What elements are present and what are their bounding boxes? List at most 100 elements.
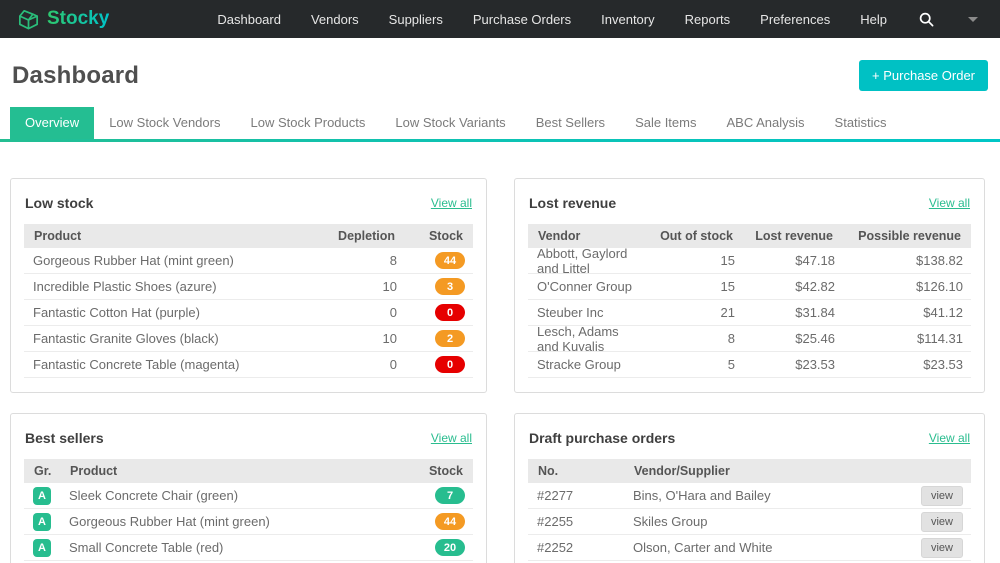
depletion-value: 0 — [302, 357, 397, 372]
card-title-lost-revenue: Lost revenue — [529, 195, 616, 211]
vendor-supplier-name: Skiles Group — [633, 514, 913, 529]
table-row: A Sleek Concrete Chair (green) 7 — [24, 483, 473, 509]
tab-best-sellers[interactable]: Best Sellers — [521, 107, 620, 139]
nav-item-dashboard[interactable]: Dashboard — [217, 12, 281, 27]
nav-item-suppliers[interactable]: Suppliers — [389, 12, 443, 27]
column-header-out-of-stock: Out of stock — [638, 229, 733, 243]
table-row: Gorgeous Rubber Hat (mint green) 8 44 — [24, 248, 473, 274]
view-button[interactable]: view — [921, 512, 963, 532]
nav-item-purchase-orders[interactable]: Purchase Orders — [473, 12, 571, 27]
column-header-vendor-supplier: Vendor/Supplier — [634, 464, 961, 478]
stock-badge: 0 — [435, 356, 465, 373]
column-header-stock: Stock — [395, 229, 463, 243]
nav-item-preferences[interactable]: Preferences — [760, 12, 830, 27]
product-name: Fantastic Cotton Hat (purple) — [33, 305, 302, 320]
low-stock-table: Product Depletion Stock Gorgeous Rubber … — [24, 224, 473, 378]
draft-po-table: No. Vendor/Supplier #2277 Bins, O'Hara a… — [528, 459, 971, 561]
out-of-stock-value: 8 — [640, 331, 735, 346]
column-header-number: No. — [538, 464, 634, 478]
po-number: #2277 — [537, 488, 633, 503]
stock-badge: 2 — [435, 330, 465, 347]
vendor-name: Abbott, Gaylord and Littel — [537, 246, 640, 276]
view-button[interactable]: view — [921, 486, 963, 506]
stock-badge: 44 — [435, 513, 465, 530]
out-of-stock-value: 15 — [640, 279, 735, 294]
tab-statistics[interactable]: Statistics — [820, 107, 902, 139]
view-button[interactable]: view — [921, 538, 963, 558]
po-number: #2252 — [537, 540, 633, 555]
table-row: Fantastic Concrete Table (magenta) 0 0 — [24, 352, 473, 378]
nav-item-vendors[interactable]: Vendors — [311, 12, 359, 27]
vendor-supplier-name: Bins, O'Hara and Bailey — [633, 488, 913, 503]
column-header-vendor: Vendor — [538, 229, 638, 243]
table-row: A Gorgeous Rubber Hat (mint green) 44 — [24, 509, 473, 535]
product-name: Fantastic Concrete Table (magenta) — [33, 357, 302, 372]
nav-item-help[interactable]: Help — [860, 12, 887, 27]
product-name: Incredible Plastic Shoes (azure) — [33, 279, 302, 294]
product-name: Fantastic Granite Gloves (black) — [33, 331, 302, 346]
table-row: A Small Concrete Table (red) 20 — [24, 535, 473, 561]
card-title-low-stock: Low stock — [25, 195, 93, 211]
depletion-value: 8 — [302, 253, 397, 268]
table-row: Stracke Group 5 $23.53 $23.53 — [528, 352, 971, 378]
table-row: #2277 Bins, O'Hara and Bailey view — [528, 483, 971, 509]
possible-revenue-value: $23.53 — [835, 357, 963, 372]
column-header-lost-revenue: Lost revenue — [733, 229, 833, 243]
stock-badge: 0 — [435, 304, 465, 321]
po-number: #2255 — [537, 514, 633, 529]
draft-purchase-orders-card: Draft purchase orders View all No. Vendo… — [514, 413, 985, 563]
table-row: O'Conner Group 15 $42.82 $126.10 — [528, 274, 971, 300]
vendor-name: Steuber Inc — [537, 305, 640, 320]
card-title-draft-purchase-orders: Draft purchase orders — [529, 430, 675, 446]
nav-item-reports[interactable]: Reports — [685, 12, 731, 27]
stock-badge: 44 — [435, 252, 465, 269]
tab-overview[interactable]: Overview — [10, 107, 94, 139]
tab-abc-analysis[interactable]: ABC Analysis — [711, 107, 819, 139]
best-sellers-view-all-link[interactable]: View all — [431, 431, 472, 445]
table-header: Vendor Out of stock Lost revenue Possibl… — [528, 224, 971, 248]
box-icon — [16, 7, 41, 32]
table-row: Incredible Plastic Shoes (azure) 10 3 — [24, 274, 473, 300]
draft-po-view-all-link[interactable]: View all — [929, 431, 970, 445]
lost-revenue-value: $47.18 — [735, 253, 835, 268]
brand-name: Stocky — [47, 8, 109, 30]
low-stock-view-all-link[interactable]: View all — [431, 196, 472, 210]
best-sellers-table: Gr. Product Stock A Sleek Concrete Chair… — [24, 459, 473, 561]
product-name: Gorgeous Rubber Hat (mint green) — [69, 514, 397, 529]
column-header-product: Product — [34, 229, 300, 243]
tab-low-stock-variants[interactable]: Low Stock Variants — [380, 107, 520, 139]
table-row: #2252 Olson, Carter and White view — [528, 535, 971, 561]
tab-sale-items[interactable]: Sale Items — [620, 107, 711, 139]
possible-revenue-value: $126.10 — [835, 279, 963, 294]
lost-revenue-view-all-link[interactable]: View all — [929, 196, 970, 210]
out-of-stock-value: 5 — [640, 357, 735, 372]
tab-low-stock-products[interactable]: Low Stock Products — [235, 107, 380, 139]
cards-grid: Low stock View all Product Depletion Sto… — [0, 142, 1000, 563]
lost-revenue-card: Lost revenue View all Vendor Out of stoc… — [514, 178, 985, 393]
stock-badge: 7 — [435, 487, 465, 504]
table-row: Abbott, Gaylord and Littel 15 $47.18 $13… — [528, 248, 971, 274]
search-icon[interactable] — [919, 12, 934, 27]
product-name: Sleek Concrete Chair (green) — [69, 488, 397, 503]
column-header-grade: Gr. — [34, 464, 70, 478]
out-of-stock-value: 15 — [640, 253, 735, 268]
page-title: Dashboard — [12, 62, 139, 90]
depletion-value: 10 — [302, 279, 397, 294]
lost-revenue-value: $23.53 — [735, 357, 835, 372]
column-header-possible-revenue: Possible revenue — [833, 229, 961, 243]
vendor-name: Lesch, Adams and Kuvalis — [537, 324, 640, 354]
possible-revenue-value: $138.82 — [835, 253, 963, 268]
new-purchase-order-button[interactable]: + Purchase Order — [859, 60, 988, 91]
brand-logo[interactable]: Stocky — [16, 7, 109, 32]
table-row: Fantastic Cotton Hat (purple) 0 0 — [24, 300, 473, 326]
table-row: Fantastic Granite Gloves (black) 10 2 — [24, 326, 473, 352]
table-row: #2255 Skiles Group view — [528, 509, 971, 535]
tab-low-stock-vendors[interactable]: Low Stock Vendors — [94, 107, 235, 139]
account-chevron-down-icon[interactable] — [968, 17, 978, 22]
vendor-name: O'Conner Group — [537, 279, 640, 294]
product-name: Small Concrete Table (red) — [69, 540, 397, 555]
nav-links: Dashboard Vendors Suppliers Purchase Ord… — [217, 12, 984, 27]
lost-revenue-value: $25.46 — [735, 331, 835, 346]
nav-item-inventory[interactable]: Inventory — [601, 12, 654, 27]
low-stock-card: Low stock View all Product Depletion Sto… — [10, 178, 487, 393]
